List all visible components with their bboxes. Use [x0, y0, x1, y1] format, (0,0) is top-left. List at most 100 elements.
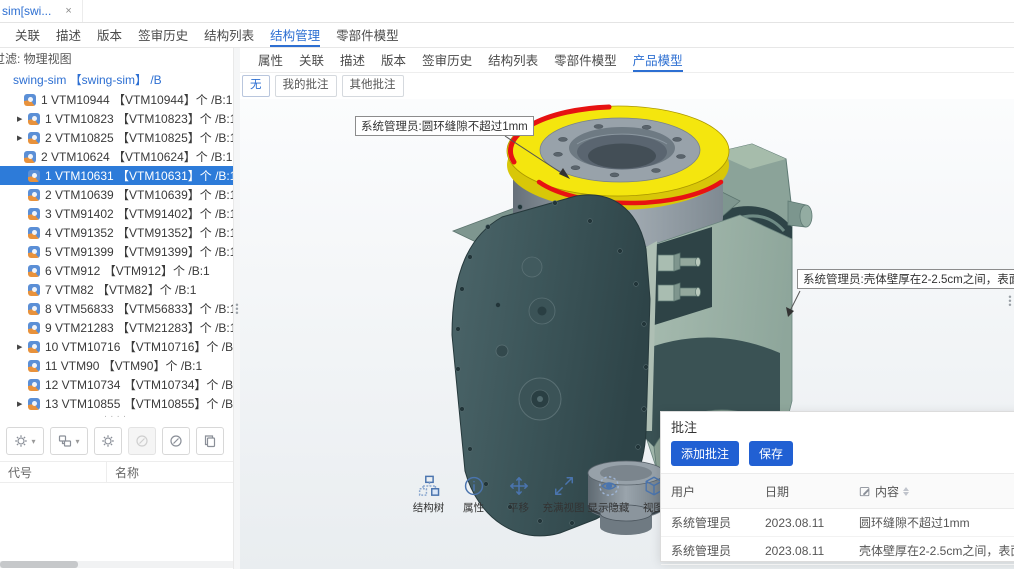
tree-item[interactable]: 7 VTM82 【VTM82】个 /B:1 [0, 280, 233, 299]
annotation-callout-1[interactable]: 系统管理员:圆环缝隙不超过1mm [355, 116, 534, 136]
annotations-buttons: 添加批注 保存 [661, 440, 1014, 473]
annotation-callout-2[interactable]: 系统管理员:壳体壁厚在2-2.5cm之间，表面光滑无磨损 [797, 269, 1014, 289]
remove-circle-icon [169, 434, 183, 448]
detail-tab[interactable]: 零部件模型 [554, 48, 617, 72]
tree-item[interactable]: 2 VTM10639 【VTM10639】个 /B:1 [0, 185, 233, 204]
structure-sidebar: 过滤: 物理视图 swing-sim 【swing-sim】 /B 1 VTM1… [0, 48, 233, 569]
tree-item[interactable]: 1 VTM10944 【VTM10944】个 /B:1 [0, 90, 233, 109]
remove-circle-icon [135, 434, 149, 448]
sort-icon[interactable] [903, 487, 909, 496]
structure-tree-button[interactable]: 结构树 [406, 475, 451, 515]
column-code[interactable]: 代号 [0, 462, 107, 482]
detail-tab[interactable]: 描述 [340, 48, 365, 72]
menu-item[interactable]: 版本 [97, 23, 122, 47]
tree-item[interactable]: ▶ 2 VTM10825 【VTM10825】个 /B:1 [0, 128, 233, 147]
pan-button[interactable]: 平移 [496, 475, 541, 515]
tree-item-label: 13 VTM10855 【VTM10855】个 /B:1 [45, 395, 233, 412]
gear-icon [101, 434, 115, 448]
component-icon [28, 170, 40, 182]
tree-item[interactable]: 6 VTM912 【VTM912】个 /B:1 [0, 261, 233, 280]
expand-arrow-icon[interactable]: ▶ [17, 134, 28, 142]
annotation-filter-tab[interactable]: 我的批注 [275, 75, 337, 97]
tree-item[interactable]: ▶10 VTM10716 【VTM10716】个 /B:1 [0, 337, 233, 356]
tree-root-item[interactable]: swing-sim 【swing-sim】 /B [0, 70, 233, 90]
component-icon [28, 360, 40, 372]
annotation-row[interactable]: 系统管理员 2023.08.11 壳体壁厚在2-2.5cm之间，表面光滑无磨损 [661, 537, 1014, 565]
tree-item[interactable]: 4 VTM91352 【VTM91352】个 /B:1 [0, 223, 233, 242]
component-icon [24, 94, 36, 106]
horizontal-splitter-handle[interactable]: ···· [0, 413, 233, 423]
column-user[interactable]: 用户 [661, 474, 755, 509]
annotation-row[interactable]: 系统管理员 2023.08.11 圆环缝隙不超过1mm [661, 509, 1014, 537]
expand-arrow-icon[interactable]: ▶ [17, 400, 28, 408]
annotation-filter-tab[interactable]: 其他批注 [342, 75, 404, 97]
splitter-handle-icon[interactable]: ••• [235, 303, 239, 315]
detail-tabs: 属性关联描述版本签审历史结构列表零部件模型产品模型 [240, 48, 1014, 73]
column-content[interactable]: 内容 [849, 474, 1014, 509]
tree-item[interactable]: 9 VTM21283 【VTM21283】个 /B:1 [0, 318, 233, 337]
tree-item[interactable]: 12 VTM10734 【VTM10734】个 /B:1 [0, 375, 233, 394]
detail-tab[interactable]: 关联 [299, 48, 324, 72]
expand-arrow-icon[interactable]: ▶ [17, 343, 28, 351]
column-name[interactable]: 名称 [107, 464, 139, 481]
menu-item[interactable]: 结构列表 [204, 23, 254, 47]
menu-item[interactable]: 结构管理 [270, 23, 320, 47]
tree-item-label: 2 VTM10624 【VTM10624】个 /B:1 [41, 148, 232, 165]
tree-item[interactable]: 11 VTM90 【VTM90】个 /B:1 [0, 356, 233, 375]
detail-tab[interactable]: 版本 [381, 48, 406, 72]
menu-item[interactable]: 签审历史 [138, 23, 188, 47]
menu-item[interactable]: 零部件模型 [336, 23, 399, 47]
3d-viewport[interactable]: 系统管理员:圆环缝隙不超过1mm 系统管理员:壳体壁厚在2-2.5cm之间，表面… [240, 99, 1014, 569]
remove-circle-button[interactable] [162, 427, 190, 455]
tree-item-label: 2 VTM10639 【VTM10639】个 /B:1 [45, 186, 233, 203]
component-icon [24, 151, 36, 163]
tree-item[interactable]: ▶1 VTM10823 【VTM10823】个 /B:1 [0, 109, 233, 128]
properties-button[interactable]: 属性 [451, 475, 496, 515]
component-icon [28, 246, 40, 258]
annotation-filter-tab[interactable]: 无 [242, 75, 270, 97]
tree-item-label: 2 VTM10825 【VTM10825】个 /B:1 [45, 129, 233, 146]
close-icon[interactable]: × [65, 5, 71, 17]
settings-button[interactable] [94, 427, 122, 455]
detail-tab[interactable]: 结构列表 [488, 48, 538, 72]
tree-item[interactable]: 5 VTM91399 【VTM91399】个 /B:1 [0, 242, 233, 261]
chevron-down-icon: ▾ [75, 437, 79, 446]
settings-dropdown-button[interactable]: ▾ [6, 427, 44, 455]
tree-item[interactable]: 1 VTM10631 【VTM10631】个 /B:1 [0, 166, 233, 185]
column-date[interactable]: 日期 [755, 474, 849, 509]
tree-item-label: 12 VTM10734 【VTM10734】个 /B:1 [45, 376, 233, 393]
tab-bar: sim[swi... × [0, 0, 1014, 23]
tree-item[interactable]: 8 VTM56833 【VTM56833】个 /B:1 [0, 299, 233, 318]
detail-tab[interactable]: 产品模型 [633, 48, 683, 72]
tree-item-label: 9 VTM21283 【VTM21283】个 /B:1 [45, 319, 233, 336]
layout-icon [58, 434, 72, 448]
menu-item[interactable]: 描述 [56, 23, 81, 47]
detail-tab[interactable]: 签审历史 [422, 48, 472, 72]
component-icon [28, 303, 40, 315]
show-hide-button[interactable]: 显示隐藏 [586, 475, 631, 515]
copy-button[interactable] [196, 427, 224, 455]
add-annotation-button[interactable]: 添加批注 [671, 441, 739, 466]
right-splitter-handle[interactable]: ••• [1008, 295, 1012, 307]
scrollbar-thumb[interactable] [0, 561, 78, 568]
tab-title: sim[swi... [2, 4, 51, 18]
menu-item[interactable]: 关联 [15, 23, 40, 47]
tree-item[interactable]: 2 VTM10624 【VTM10624】个 /B:1 [0, 147, 233, 166]
document-tab[interactable]: sim[swi... × [0, 0, 83, 22]
pan-icon [508, 475, 530, 497]
copy-icon [203, 434, 217, 448]
layout-dropdown-button[interactable]: ▾ [50, 427, 88, 455]
edit-icon [859, 485, 871, 497]
component-icon [28, 227, 40, 239]
tree-item[interactable]: 3 VTM91402 【VTM91402】个 /B:1 [0, 204, 233, 223]
component-icon [28, 189, 40, 201]
fit-view-button[interactable]: 充满视图 [541, 475, 586, 515]
save-button[interactable]: 保存 [749, 441, 793, 466]
horizontal-scrollbar[interactable] [0, 561, 233, 568]
sidebar-toolbar: ▾ ▾ [0, 423, 233, 461]
detail-tab[interactable]: 属性 [258, 48, 283, 72]
component-icon [28, 341, 40, 353]
expand-arrow-icon[interactable]: ▶ [17, 115, 28, 123]
tree-item-label: 3 VTM91402 【VTM91402】个 /B:1 [45, 205, 233, 222]
detail-panel: 属性关联描述版本签审历史结构列表零部件模型产品模型 无我的批注其他批注 [240, 48, 1014, 569]
